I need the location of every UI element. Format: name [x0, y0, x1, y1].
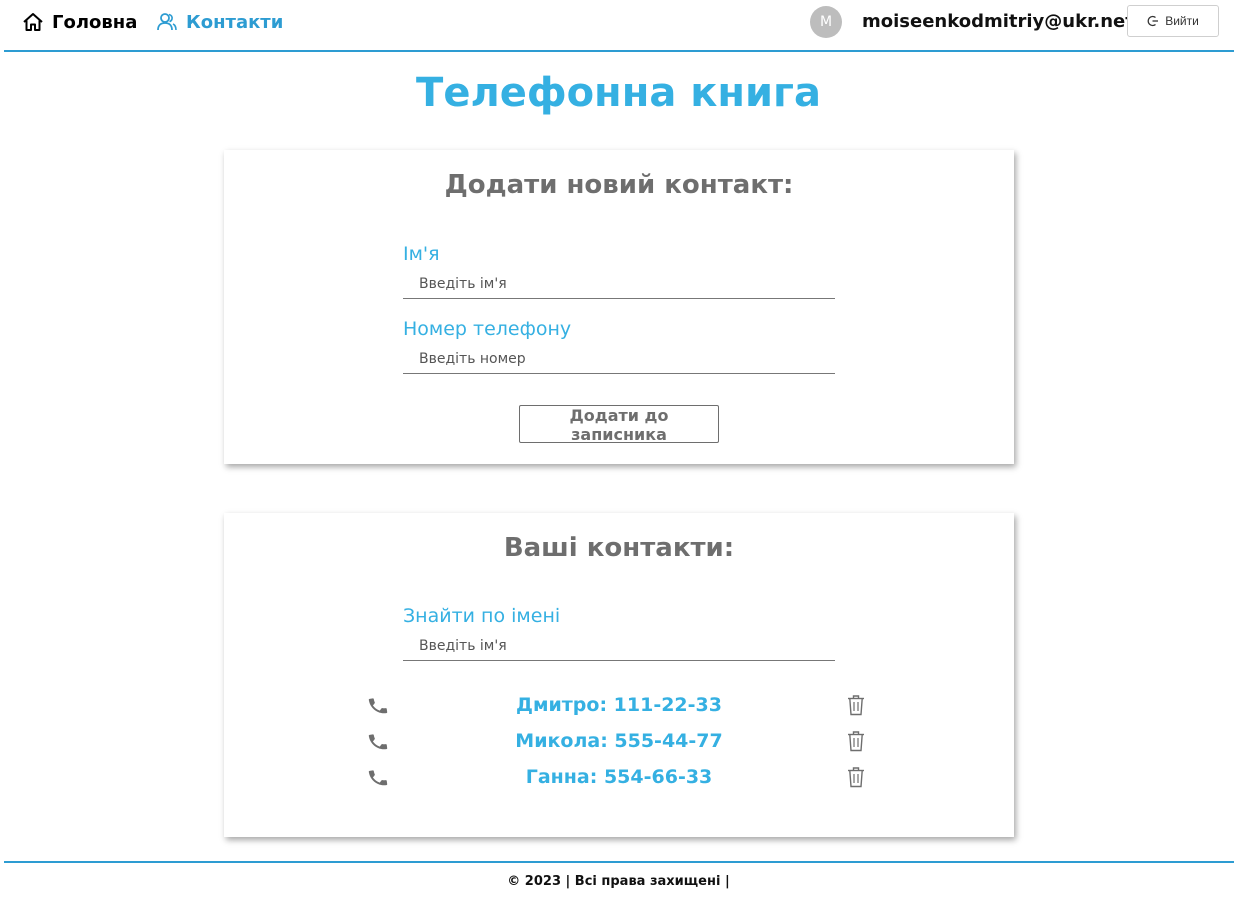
phone-icon: [368, 770, 388, 786]
avatar: M: [810, 6, 842, 38]
contact-item: Дмитро: 111-22-33: [364, 692, 874, 722]
search-field-label: Знайти по імені: [403, 605, 561, 627]
phone-icon: [368, 698, 388, 714]
delete-contact-button[interactable]: [844, 728, 868, 754]
footer-divider: [4, 861, 1234, 863]
search-input[interactable]: [403, 631, 835, 661]
phone-icon: [368, 734, 388, 750]
contact-text: Ганна: 554-66-33: [525, 766, 713, 788]
trash-icon: [848, 695, 864, 716]
trash-icon: [848, 731, 864, 752]
user-email: moiseenkodmitriy@ukr.net: [862, 11, 1134, 32]
nav-contacts-label: Контакти: [186, 11, 284, 33]
trash-icon: [848, 767, 864, 788]
delete-contact-button[interactable]: [844, 764, 868, 790]
logout-label: Вийти: [1165, 14, 1199, 28]
home-icon: [23, 13, 43, 31]
phone-input[interactable]: [403, 344, 835, 374]
nav-home-label: Головна: [52, 11, 138, 33]
contacts-card: Ваші контакти: Знайти по імені Дмитро: 1…: [224, 513, 1014, 837]
add-contact-button[interactable]: Додати до записника: [519, 405, 719, 444]
footer-text: © 2023 | Всі права захищені |: [507, 874, 730, 889]
contact-text: Дмитро: 111-22-33: [516, 694, 722, 716]
nav-contacts-link[interactable]: Контакти: [156, 10, 283, 34]
add-contact-card: Додати новий контакт: Ім'я Номер телефон…: [224, 150, 1014, 464]
logout-button[interactable]: Вийти: [1127, 5, 1219, 37]
name-field-group: Ім'я: [403, 243, 835, 299]
page-title: Телефонна книга: [416, 70, 821, 116]
search-field-group: Знайти по імені: [403, 605, 835, 661]
nav-home-link[interactable]: Головна: [22, 10, 137, 34]
name-input[interactable]: [403, 269, 835, 299]
contact-item: Ганна: 554-66-33: [364, 764, 874, 794]
app-header: Головна Контакти M moiseenkodmitriy@ukr.…: [4, 0, 1234, 52]
name-field-label: Ім'я: [403, 243, 440, 265]
contact-text: Микола: 555-44-77: [515, 730, 723, 752]
add-contact-title: Додати новий контакт:: [444, 170, 794, 200]
contacts-title: Ваші контакти:: [503, 533, 735, 563]
users-icon: [157, 13, 177, 31]
phone-field-label: Номер телефону: [403, 318, 572, 340]
contact-item: Микола: 555-44-77: [364, 728, 874, 758]
delete-contact-button[interactable]: [844, 692, 868, 718]
logout-icon: [1147, 15, 1159, 27]
phone-field-group: Номер телефону: [403, 318, 835, 374]
